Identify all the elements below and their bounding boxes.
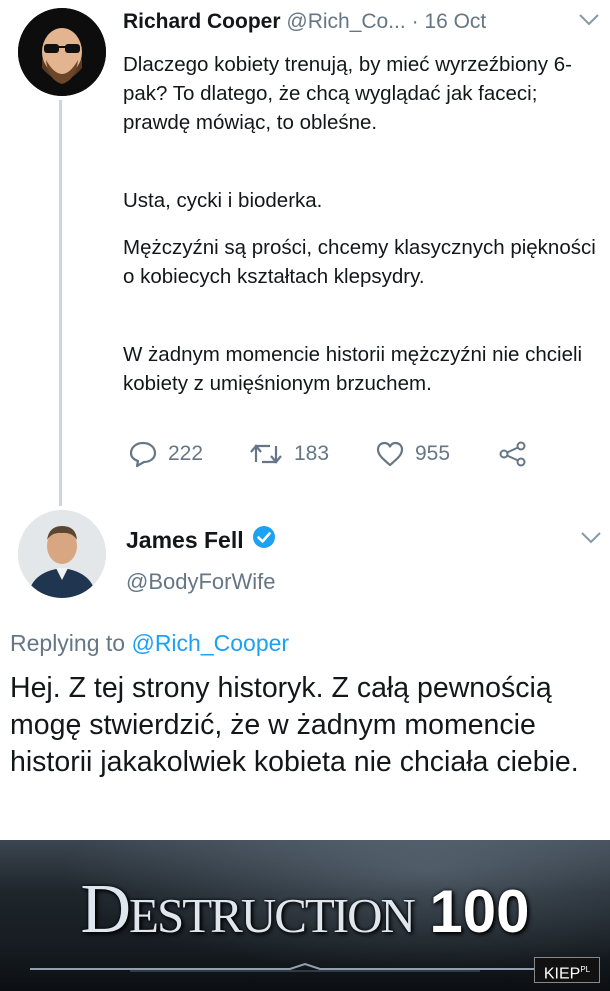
reply-icon [128, 440, 158, 468]
tweet1-timestamp[interactable]: · 16 Oct [412, 10, 487, 33]
retweet-icon [248, 440, 284, 468]
verified-badge-icon [252, 525, 276, 555]
tweet1-author-name[interactable]: Richard Cooper [123, 10, 281, 33]
avatar-richard-cooper[interactable] [18, 8, 106, 96]
banner-number: 100 [429, 878, 530, 945]
share-icon [498, 440, 528, 468]
tweet2-text: Hej. Z tej strony historyk. Z całą pewno… [10, 672, 579, 778]
thread-line [59, 100, 62, 506]
tweet2-author-name[interactable]: James Fell [126, 527, 244, 554]
destruction-banner: Destruction 100 [0, 840, 610, 991]
retweet-count: 183 [294, 442, 330, 465]
kiep-suffix: PL [580, 965, 591, 974]
replying-prefix: Replying to [10, 630, 126, 656]
tweet1-author-handle[interactable]: @Rich_Co... [286, 10, 405, 33]
banner-title: Destruction 100 [0, 870, 610, 950]
share-button[interactable] [498, 440, 528, 468]
banner-ornament [30, 962, 580, 974]
chevron-down-icon[interactable] [580, 530, 602, 546]
like-button[interactable]: 955 [375, 440, 450, 468]
like-icon [375, 440, 405, 468]
replying-handle-link[interactable]: @Rich_Cooper [131, 630, 289, 656]
tweet1-paragraph: Usta, cycki i bioderka. [123, 189, 323, 212]
replying-to: Replying to @Rich_Cooper [10, 630, 289, 657]
banner-word: Destruction [80, 871, 415, 948]
reply-button[interactable]: 222 [128, 440, 203, 468]
tweet1-header: Richard Cooper @Rich_Co... · 16 Oct [123, 10, 486, 34]
tweet2-author-handle[interactable]: @BodyForWife [126, 569, 275, 595]
tweet1-paragraph: Mężczyźni są prości, chcemy klasycznych … [123, 236, 596, 288]
kiep-brand: KIEP [543, 965, 581, 983]
retweet-button[interactable]: 183 [248, 440, 329, 468]
like-count: 955 [415, 442, 451, 465]
tweet2-author-row: James Fell [126, 525, 276, 555]
reply-count: 222 [168, 442, 204, 465]
chevron-down-icon[interactable] [578, 12, 600, 28]
tweet1-paragraph: Dlaczego kobiety trenują, by mieć wyrzeź… [123, 53, 572, 134]
avatar-james-fell[interactable] [18, 510, 106, 598]
tweet1-paragraph: W żadnym momencie historii mężczyźni nie… [123, 343, 583, 395]
kiep-watermark-logo: KIEPPL [534, 957, 600, 983]
